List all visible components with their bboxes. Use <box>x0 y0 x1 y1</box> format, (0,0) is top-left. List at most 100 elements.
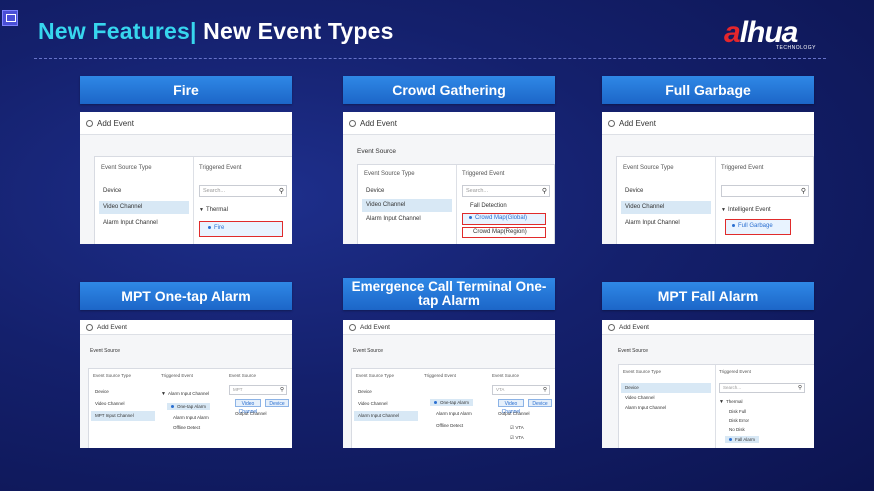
caret-down-icon: ▼ <box>199 207 204 213</box>
event-label: Fall Alarm <box>735 437 756 442</box>
tree-item[interactable]: One-tap Alarm <box>167 403 211 410</box>
list-item[interactable]: Video Channel <box>621 393 711 403</box>
search-icon[interactable]: ⚲ <box>798 384 802 393</box>
list-item[interactable]: Device <box>362 185 452 198</box>
highlighted-event[interactable]: Full Garbage <box>725 219 791 235</box>
checkbox-label: VTA <box>515 425 524 430</box>
tree-item[interactable]: Disk Full <box>729 409 746 414</box>
tag-button[interactable]: Video Channel <box>235 399 261 415</box>
title-accent: New Features| <box>38 18 197 44</box>
search-icon[interactable]: ⚲ <box>543 386 547 395</box>
tree-label: Alarm Input Channel <box>167 391 209 396</box>
highlighted-event[interactable]: Crowd Map(Region) <box>462 227 546 238</box>
highlighted-event[interactable]: Fire <box>199 221 283 237</box>
list-item[interactable]: Alarm Input Channel <box>621 403 711 413</box>
search-input[interactable]: Search... ⚲ <box>199 185 287 197</box>
search-icon[interactable]: ⚲ <box>279 187 284 196</box>
tree-item[interactable]: Alarm Input Alarm <box>436 411 472 416</box>
search-input[interactable]: MPT ⚲ <box>229 385 287 395</box>
list-item[interactable]: Device <box>354 387 418 397</box>
checkbox-icon[interactable]: ☑ <box>510 425 514 430</box>
list-item[interactable]: Video Channel <box>621 201 711 214</box>
checkbox-item[interactable]: ☑ VTA <box>510 435 524 441</box>
list-item[interactable]: Alarm Input Channel <box>354 411 418 421</box>
column-header: Triggered Event <box>199 165 242 171</box>
search-icon[interactable]: ⚲ <box>801 187 806 196</box>
event-label: Crowd Map(Region) <box>473 229 527 235</box>
screenshot-emergence-call-terminal: Add Event Event Source Event Source Type… <box>343 320 555 448</box>
list-item[interactable]: Alarm Input Channel <box>99 217 189 230</box>
tree-node[interactable]: ▼ Thermal <box>199 207 228 213</box>
list-item[interactable]: Device <box>621 383 711 393</box>
radio-dot-icon <box>434 401 437 405</box>
tree-item[interactable]: Output Channel <box>235 411 267 416</box>
slide-thumbnail-icon[interactable] <box>2 10 18 26</box>
list-item[interactable]: Device <box>99 185 189 198</box>
window-title: Add Event <box>97 323 127 331</box>
column-header: Triggered Event <box>719 369 751 374</box>
tree-label: Thermal <box>205 207 228 213</box>
tree-item[interactable]: Disk Error <box>729 418 749 423</box>
tree-node[interactable]: ▼ Thermal <box>719 399 742 405</box>
window-header: Add Event <box>602 320 814 335</box>
tree-item[interactable]: Offline Detect <box>436 423 463 428</box>
tree-item-selected[interactable]: Fall Alarm <box>725 436 760 443</box>
tree-item[interactable]: Offline Detect <box>173 425 200 430</box>
list-item[interactable]: Device <box>621 185 711 198</box>
feature-card-fire: Fire Add Event Event Source Type Trigger… <box>80 76 292 244</box>
logo-letter-a: a <box>724 16 741 49</box>
search-input[interactable]: Search... ⚲ <box>462 185 550 197</box>
column-divider <box>456 165 457 244</box>
event-label: Fire <box>214 225 225 231</box>
checkbox-icon[interactable]: ☑ <box>510 435 514 440</box>
event-table: Event Source Type Triggered Event Device… <box>616 156 814 244</box>
back-icon[interactable] <box>608 119 615 127</box>
list-item[interactable]: Device <box>91 387 155 397</box>
search-icon[interactable]: ⚲ <box>280 386 284 395</box>
tree-label: Thermal <box>725 399 743 404</box>
search-input[interactable]: Search... ⚲ <box>719 383 805 393</box>
back-icon[interactable] <box>86 119 93 127</box>
tag-button[interactable]: Device <box>528 399 552 407</box>
window-header: Add Event <box>343 320 555 335</box>
back-icon[interactable] <box>608 323 615 331</box>
search-input[interactable]: VTA ⚲ <box>492 385 550 395</box>
tree-item[interactable]: No Disk <box>729 427 745 432</box>
feature-card-crowd-gathering: Crowd Gathering Add Event Event Source E… <box>343 76 555 244</box>
tree-node[interactable]: ▼ Alarm Input Channel <box>161 391 209 397</box>
card-title: Fire <box>80 76 292 104</box>
radio-dot-icon <box>732 223 735 227</box>
tree-node[interactable]: ▼ Intelligent Event <box>721 207 771 213</box>
list-item[interactable]: Video Channel <box>362 199 452 212</box>
back-icon[interactable] <box>86 323 93 331</box>
caret-down-icon: ▼ <box>719 399 724 405</box>
event-table: Event Source Type Triggered Event Device… <box>618 364 814 448</box>
search-input[interactable]: ⚲ <box>721 185 809 197</box>
tree-item[interactable]: Fall Detection <box>470 203 507 209</box>
back-icon[interactable] <box>349 119 356 127</box>
list-item[interactable]: Video Channel <box>91 399 155 409</box>
event-table: Event Source Type Triggered Event Event … <box>88 368 292 448</box>
list-item[interactable]: Alarm Input Channel <box>621 217 711 230</box>
checkbox-item[interactable]: ☑ VTA <box>510 425 524 431</box>
column-header: Event Source Type <box>623 165 674 171</box>
event-label: One-tap Alarm <box>177 404 207 409</box>
list-item[interactable]: Alarm Input Channel <box>362 213 452 226</box>
column-header: Event Source <box>492 373 520 378</box>
highlighted-event[interactable]: Crowd Map(Global) <box>462 213 546 225</box>
list-item[interactable]: MPT Input Channel <box>91 411 155 421</box>
column-header: Event Source Type <box>101 165 152 171</box>
window-header: Add Event <box>343 112 555 135</box>
list-item[interactable]: Video Channel <box>99 201 189 214</box>
window-title: Add Event <box>619 323 649 331</box>
tag-button[interactable]: Video Channel <box>498 399 524 415</box>
tree-item[interactable]: Output Channel <box>498 411 530 416</box>
column-divider <box>715 365 716 448</box>
back-icon[interactable] <box>349 323 356 331</box>
tag-button[interactable]: Device <box>265 399 289 407</box>
card-title: Crowd Gathering <box>343 76 555 104</box>
tree-item[interactable]: One-tap Alarm <box>430 399 474 406</box>
tree-item[interactable]: Alarm Input Alarm <box>173 415 209 420</box>
search-icon[interactable]: ⚲ <box>542 187 547 196</box>
list-item[interactable]: Video Channel <box>354 399 418 409</box>
